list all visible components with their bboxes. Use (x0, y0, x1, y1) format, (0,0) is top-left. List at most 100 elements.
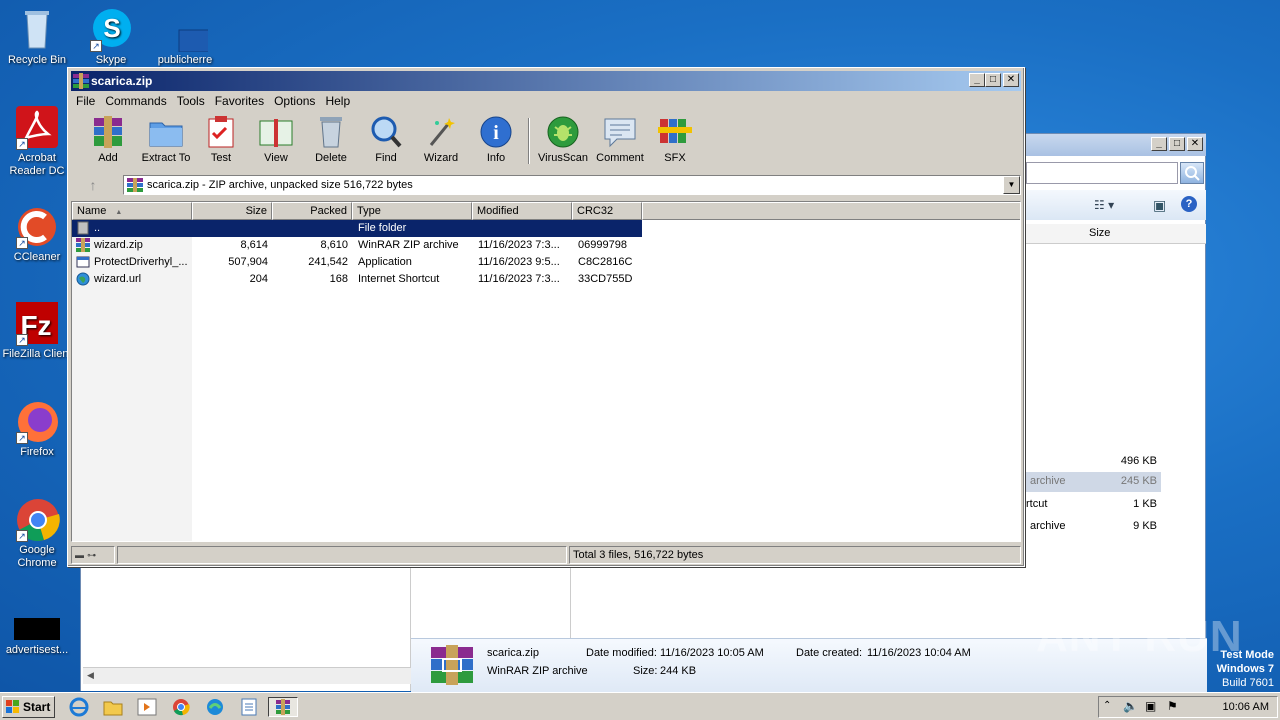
minimize-button[interactable]: _ (1151, 137, 1167, 151)
menu-file[interactable]: File (71, 92, 100, 111)
virusscan-button[interactable]: VirusScan (535, 115, 591, 164)
column-header-crc32[interactable]: CRC32 (572, 202, 642, 220)
menu-favorites[interactable]: Favorites (210, 92, 269, 111)
view-label: View (264, 152, 288, 164)
archive-path-box[interactable]: scarica.zip - ZIP archive, unpacked size… (123, 175, 1021, 195)
column-header-size[interactable]: Size (192, 202, 272, 220)
desktop-icon-recycle-bin[interactable]: Recycle Bin (0, 6, 74, 67)
application-icon (76, 255, 90, 269)
chrome-icon[interactable] (170, 697, 192, 717)
maximize-button[interactable]: □ (985, 73, 1001, 87)
volume-icon[interactable]: 🔈 (1123, 699, 1138, 713)
clock[interactable]: 10:06 AM (1223, 697, 1269, 717)
cell-name: .. (94, 222, 101, 234)
cell-size: 204 (249, 273, 268, 285)
column-size[interactable]: Size (1089, 227, 1110, 239)
up-arrow-icon[interactable]: ↑ (79, 175, 107, 195)
chevron-down-icon[interactable]: ▼ (1003, 176, 1020, 194)
details-size-value: 244 KB (660, 665, 697, 677)
menu-tools[interactable]: Tools (172, 92, 210, 111)
winrar-window[interactable]: scarica.zip _ □ ✕ File Commands Tools Fa… (67, 67, 1025, 567)
explorer-column-header: Size (1026, 224, 1206, 244)
desktop-icon-filezilla[interactable]: Fz ↗ FileZilla Client (0, 300, 74, 361)
explorer-row[interactable]: 496 KB (1026, 453, 1161, 473)
chrome-icon: ↗ (14, 496, 60, 542)
extract-to-button[interactable]: Extract To (138, 115, 194, 164)
details-file-name: scarica.zip (487, 647, 539, 659)
status-icons[interactable]: ▬ ⊶ (71, 546, 115, 564)
help-icon[interactable]: ? (1181, 196, 1197, 212)
comment-button[interactable]: Comment (592, 115, 648, 164)
desktop-icon-acrobat[interactable]: ↗ Acrobat Reader DC (0, 104, 74, 178)
info-button[interactable]: i Info (468, 115, 524, 164)
desktop-icon-label: Firefox (20, 446, 54, 458)
column-header-name[interactable]: Name ▲ (72, 202, 192, 220)
ie-icon[interactable] (68, 697, 90, 717)
show-hidden-icons-icon[interactable]: ⌃ (1103, 700, 1111, 711)
find-button[interactable]: Find (358, 115, 414, 164)
add-button[interactable]: Add (80, 115, 136, 164)
cell-name[interactable]: ProtectDriverhyl_... (94, 254, 190, 271)
desktop-icon-label: Google Chrome (17, 544, 57, 569)
explorer-row[interactable]: archive 9 KB (1026, 518, 1161, 538)
column-header-type[interactable]: Type (352, 202, 472, 220)
desktop-icon-skype[interactable]: S ↗ Skype (74, 6, 148, 67)
taskbar: Start ⌃ 🔈 ▣ ⚑ 10:06 AM (0, 692, 1280, 720)
archive-path-text: scarica.zip - ZIP archive, unpacked size… (147, 179, 413, 191)
maximize-button[interactable]: □ (1169, 137, 1185, 151)
menu-help[interactable]: Help (320, 92, 355, 111)
menu-bar: File Commands Tools Favorites Options He… (71, 92, 355, 111)
close-button[interactable]: ✕ (1187, 137, 1203, 151)
column-header-packed[interactable]: Packed (272, 202, 352, 220)
explorer-navigation-pane[interactable]: ◀ (81, 564, 411, 691)
column-header-modified[interactable]: Modified (472, 202, 572, 220)
test-button[interactable]: Test (193, 115, 249, 164)
explorer-file-pane (411, 564, 571, 638)
start-label: Start (23, 700, 51, 714)
network-icon[interactable]: ▣ (1145, 699, 1156, 713)
file-list[interactable]: Name ▲ Size Packed Type Modified CRC32 .… (71, 201, 1021, 542)
desktop-icon-label: CCleaner (13, 251, 61, 263)
sfx-button[interactable]: SFX (647, 115, 703, 164)
add-label: Add (98, 152, 118, 164)
winrar-title-bar[interactable]: scarica.zip _ □ ✕ (71, 71, 1021, 91)
desktop-icon-advertisest[interactable]: advertisest... (0, 614, 74, 657)
desktop-icon-ccleaner[interactable]: ↗ CCleaner (0, 203, 74, 264)
cell-packed: 168 (329, 273, 348, 285)
cell-type: Application (358, 256, 412, 268)
virusscan-label: VirusScan (538, 152, 588, 164)
search-icon[interactable] (1180, 162, 1204, 184)
explorer-row-selected[interactable]: archive 245 KB (1026, 472, 1161, 492)
start-button[interactable]: Start (2, 696, 55, 718)
action-center-flag-icon[interactable]: ⚑ (1167, 699, 1178, 713)
notepad-icon[interactable] (238, 697, 260, 717)
explorer-row[interactable]: rtcut 1 KB (1026, 496, 1161, 516)
close-button[interactable]: ✕ (1003, 73, 1019, 87)
desktop-icon-label: Acrobat Reader DC (9, 152, 65, 177)
scroll-left-icon[interactable]: ◀ (87, 670, 94, 681)
desktop-icon-chrome[interactable]: ↗ Google Chrome (0, 496, 74, 570)
menu-options[interactable]: Options (269, 92, 320, 111)
winrar-app-icon[interactable] (73, 73, 89, 89)
search-box[interactable] (1026, 162, 1178, 184)
cell-name[interactable]: wizard.url (94, 271, 190, 288)
cell-crc32: 06999798 (578, 239, 627, 251)
desktop-icon-label: advertisest... (5, 644, 69, 656)
desktop-icon-firefox[interactable]: ↗ Firefox (0, 398, 74, 459)
menu-commands[interactable]: Commands (100, 92, 171, 111)
edge-icon[interactable] (204, 697, 226, 717)
preview-pane-icon[interactable]: ▣ (1153, 197, 1166, 214)
view-options-icon[interactable]: ☷ ▾ (1094, 198, 1114, 212)
media-player-icon[interactable] (136, 697, 158, 717)
explorer-icon[interactable] (102, 697, 124, 717)
delete-button[interactable]: Delete (303, 115, 359, 164)
wizard-button[interactable]: Wizard (413, 115, 469, 164)
cell-name[interactable]: wizard.zip (94, 237, 190, 254)
desktop-icon-publicherre[interactable]: publicherre (148, 6, 224, 67)
winrar-taskbar-icon[interactable] (268, 697, 298, 717)
horizontal-scrollbar[interactable]: ◀ (83, 667, 411, 684)
details-file-type: WinRAR ZIP archive (487, 665, 588, 677)
desktop-icon-label: Skype (95, 54, 127, 66)
view-button[interactable]: View (248, 115, 304, 164)
minimize-button[interactable]: _ (969, 73, 985, 87)
